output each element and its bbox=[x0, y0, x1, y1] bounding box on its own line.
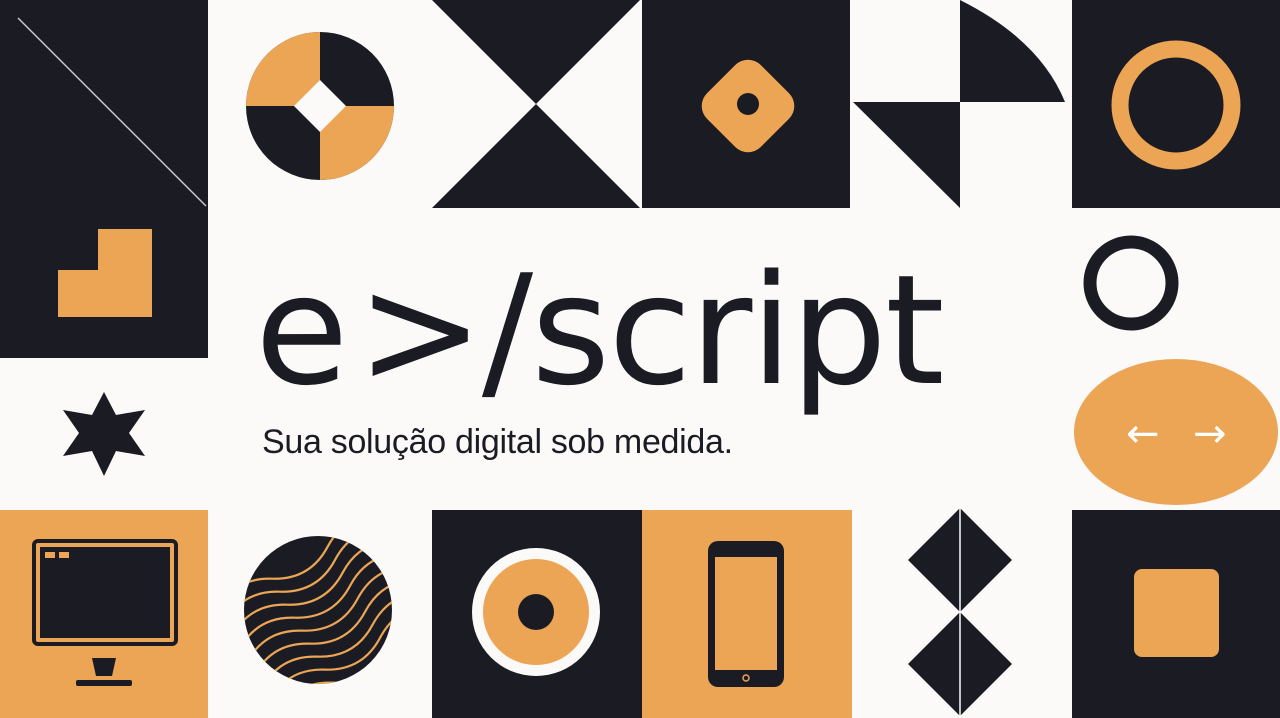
smartphone-icon bbox=[642, 510, 852, 718]
l-shape-icon bbox=[0, 208, 208, 358]
stacked-diamonds-icon bbox=[908, 508, 1012, 716]
wordmark: e>/script bbox=[255, 242, 945, 419]
rounded-diamond-icon bbox=[642, 0, 850, 208]
outline-circle-icon bbox=[1083, 235, 1179, 331]
quartered-circle-icon bbox=[246, 32, 394, 180]
wordmark-bracket: > bbox=[356, 242, 484, 419]
wordmark-suffix: script bbox=[531, 242, 945, 419]
oval-arrows-icon bbox=[1074, 359, 1278, 505]
quarter-circle-triangles-icon bbox=[853, 0, 1065, 208]
right-arrow-icon: → bbox=[1193, 411, 1227, 457]
tagline: Sua solução digital sob medida. bbox=[262, 423, 733, 461]
wavy-circle-icon bbox=[244, 536, 392, 684]
monitor-icon bbox=[0, 510, 208, 718]
six-point-star-icon bbox=[63, 392, 145, 476]
rounded-square-icon bbox=[1072, 510, 1280, 718]
ring-icon bbox=[1072, 0, 1280, 208]
wordmark-slash: / bbox=[481, 242, 533, 419]
hourglass-triangles-icon bbox=[432, 0, 640, 208]
diagonal-line-icon bbox=[0, 0, 208, 208]
left-arrow-icon: ← bbox=[1126, 411, 1160, 457]
target-circle-icon bbox=[432, 510, 642, 718]
wordmark-prefix: e bbox=[255, 242, 349, 419]
